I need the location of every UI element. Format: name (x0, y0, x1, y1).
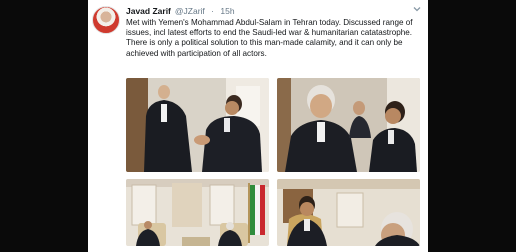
photo-grid (126, 78, 420, 246)
tweet-time[interactable]: 15h (220, 6, 234, 16)
meta-separator: · (211, 6, 214, 16)
author-avatar[interactable] (92, 6, 120, 34)
photo-greeting-closeup[interactable] (277, 78, 420, 172)
tweet-header: Javad Zarif @JZarif · 15h (126, 6, 235, 16)
photo-handshake[interactable] (126, 78, 269, 172)
tweet-paragraph-2: There is only a political solution to th… (126, 38, 403, 58)
photo-meeting-closeup[interactable] (277, 179, 420, 246)
photo-meeting-wide[interactable] (126, 179, 269, 246)
tweet-text: Met with Yemen's Mohammad Abdul-Salam in… (126, 18, 422, 59)
author-name[interactable]: Javad Zarif (126, 6, 171, 16)
tweet-card[interactable]: Javad Zarif @JZarif · 15h Met with Yemen'… (88, 0, 428, 252)
tweet-paragraph-1: Met with Yemen's Mohammad Abdul-Salam in… (126, 18, 413, 38)
author-handle[interactable]: @JZarif (175, 6, 205, 16)
chevron-down-icon[interactable] (412, 4, 422, 14)
